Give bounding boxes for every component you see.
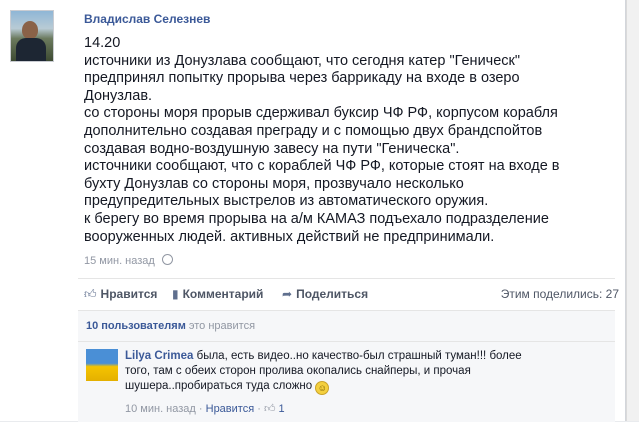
post-line: источники сообщают, что с кораблей ЧФ РФ… — [84, 158, 560, 175]
scrollbar[interactable] — [626, 0, 639, 421]
like-label: Нравится — [100, 287, 158, 301]
post-line: Донузлав. — [84, 87, 153, 104]
comment-body: Lilya Crimea была, есть видео..но качест… — [125, 349, 535, 395]
avatar-head — [22, 21, 38, 39]
share-label: Поделиться — [296, 287, 369, 301]
share-arrow-icon: ➦ — [282, 287, 293, 301]
post-line: создавая водно-воздушную завесу на пути … — [84, 140, 460, 157]
post-card: Владислав Селезнев 14.20 источники из До… — [0, 0, 626, 422]
likes-suffix: это нравится — [188, 320, 256, 332]
post-author-name[interactable]: Владислав Селезнев — [84, 12, 210, 26]
comment-text-2: того, там с обеих сторон пролива окопали… — [125, 365, 471, 377]
post-line: бухту Донузлав со стороны моря, прозвуча… — [84, 175, 464, 192]
likes-summary: 10 пользователям это нравится — [78, 310, 615, 341]
avatar-body — [16, 38, 46, 61]
post-line: предупредительных выстрелов из автоматич… — [84, 193, 489, 210]
comment-like-link[interactable]: Нравится — [206, 403, 255, 415]
share-button[interactable]: ➦ Поделиться — [282, 287, 368, 301]
likes-text: 10 пользователям это нравится — [86, 320, 255, 332]
post-line: со стороны моря прорыв сдерживал буксир … — [84, 105, 558, 122]
comment-timestamp[interactable]: 10 мин. назад — [125, 403, 196, 415]
thumbs-up-icon: 👍︎ — [84, 287, 97, 301]
globe-icon[interactable] — [161, 254, 173, 265]
smiley-icon: ☺ — [315, 381, 330, 395]
post-line: предпринял попытку прорыва через баррика… — [84, 70, 520, 87]
post-line: дополнительно создавая преграду и с помо… — [84, 122, 543, 139]
post-line: источники из Донузлава сообщают, что сег… — [84, 52, 521, 69]
comment-text-3: шушера..пробираться туда сложно — [125, 380, 313, 392]
post-line: вооруженных людей. активных действий не … — [84, 228, 495, 245]
post-line: 14.20 — [84, 35, 121, 51]
comment-meta: 10 мин. назад · Нравится · 👍︎ 1 — [125, 403, 285, 415]
post-line: к берегу во время прорыва на а/м КАМАЗ п… — [84, 210, 549, 227]
divider — [78, 278, 615, 279]
post-text: 14.20 источники из Донузлава сообщают, ч… — [84, 35, 584, 246]
comment-icon: ▮ — [172, 287, 179, 301]
author-avatar[interactable] — [10, 10, 54, 62]
commenter-avatar[interactable] — [86, 349, 118, 381]
commenter-name[interactable]: Lilya Crimea — [125, 350, 193, 362]
comment-label: Комментарий — [182, 287, 264, 301]
like-button[interactable]: 👍︎ Нравится — [84, 287, 157, 302]
comment-button[interactable]: ▮ Комментарий — [172, 287, 263, 301]
comment: Lilya Crimea была, есть видео..но качест… — [78, 341, 615, 422]
post-meta: 15 мин. назад — [84, 254, 173, 267]
comment-text: была, есть видео..но качество-был страшн… — [196, 350, 522, 362]
comment-thumbs-up-icon: 👍︎ — [263, 403, 276, 415]
likes-count-link[interactable]: 10 пользователям — [86, 320, 186, 332]
shares-count[interactable]: Этим поделились: 27 — [501, 287, 619, 301]
post-timestamp[interactable]: 15 мин. назад — [84, 255, 155, 267]
comment-likes-count[interactable]: 1 — [279, 403, 285, 415]
